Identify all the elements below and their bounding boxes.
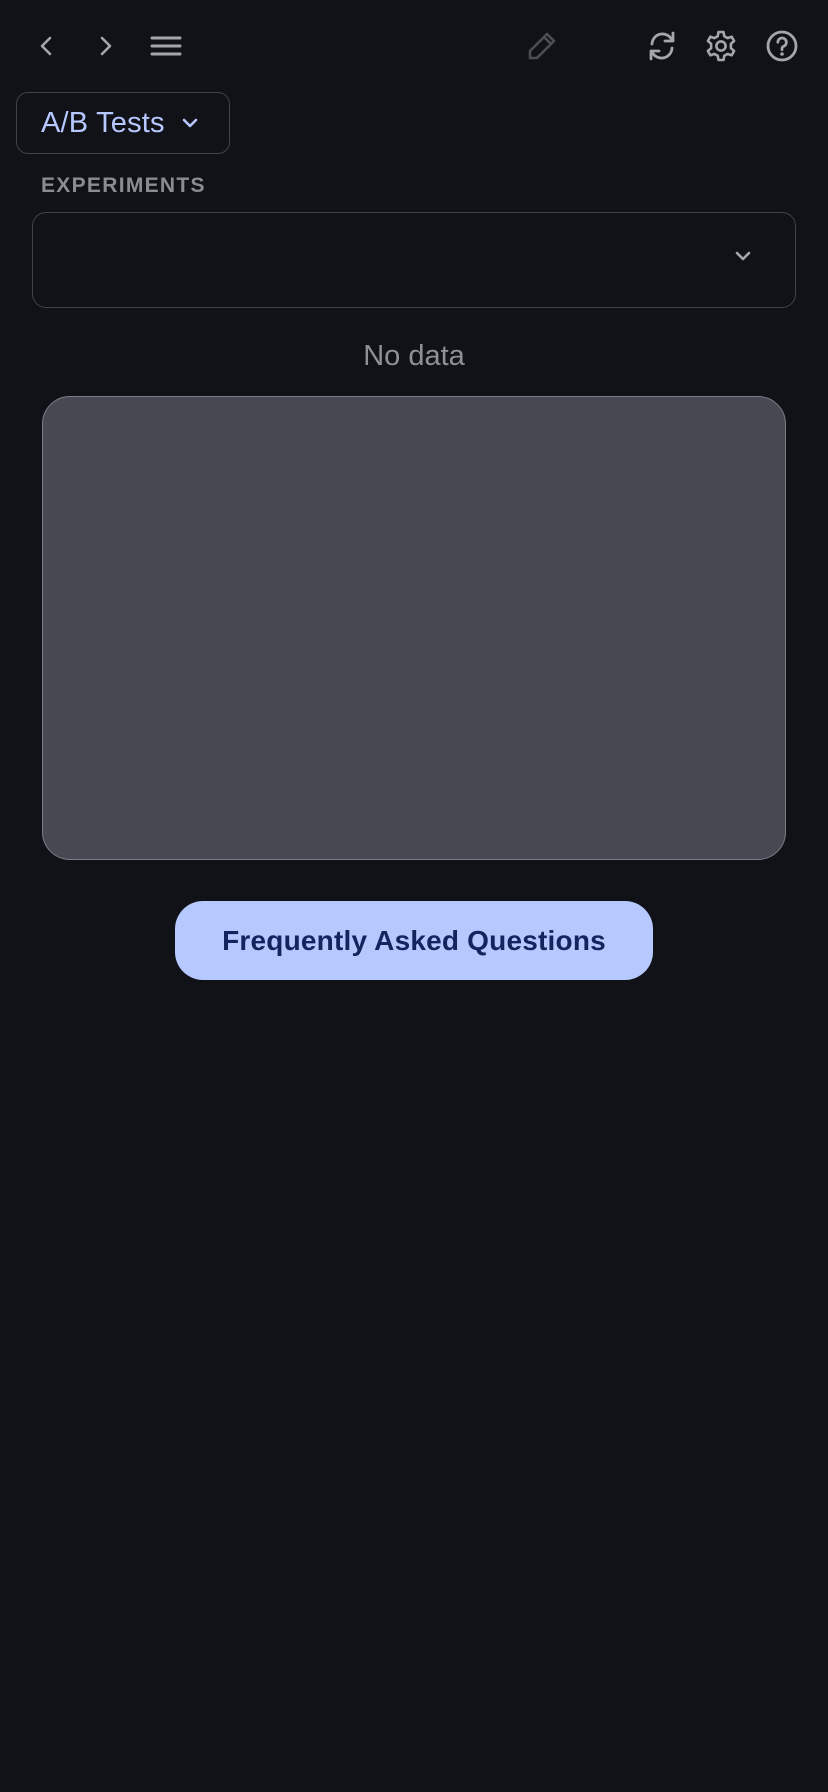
refresh-icon [649, 31, 675, 61]
chevron-down-icon [181, 117, 199, 129]
section-selector[interactable]: A/B Tests [16, 92, 230, 154]
forward-button[interactable] [85, 26, 125, 66]
experiments-select[interactable] [32, 212, 796, 308]
help-button[interactable] [762, 26, 802, 66]
empty-state-text: No data [363, 340, 465, 372]
chevron-left-icon [40, 36, 52, 56]
pencil-icon [528, 32, 556, 60]
settings-button[interactable] [701, 26, 741, 66]
hamburger-menu-icon [150, 36, 182, 56]
chart-placeholder [42, 396, 786, 860]
chevron-down-icon [733, 249, 753, 268]
edit-button[interactable] [522, 26, 562, 66]
section-selector-label: A/B Tests [41, 106, 165, 139]
refresh-button[interactable] [642, 26, 682, 66]
gear-icon [706, 30, 736, 62]
back-button[interactable] [27, 26, 67, 66]
menu-button[interactable] [146, 26, 186, 66]
faq-button[interactable]: Frequently Asked Questions [175, 901, 653, 980]
chevron-right-icon [100, 36, 112, 56]
help-circle-icon [766, 30, 798, 62]
experiments-label: EXPERIMENTS [41, 174, 206, 197]
